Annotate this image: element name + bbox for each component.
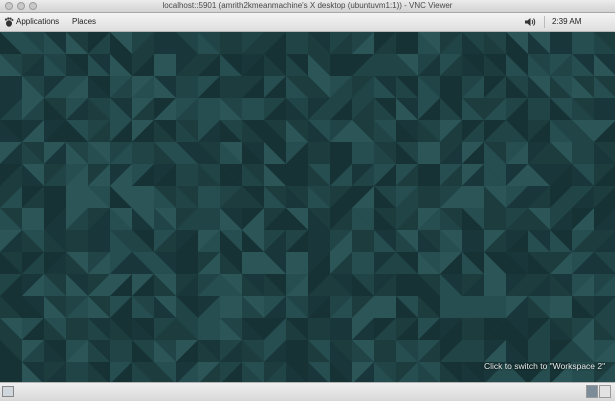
panel-separator [544,16,545,28]
speaker-icon[interactable] [525,17,536,27]
wallpaper [0,32,615,382]
bottom-panel [0,382,615,401]
vnc-title-bar: localhost::5901 (amrith2kmeanmachine's X… [0,0,615,13]
desktop-icon[interactable] [2,386,14,397]
top-panel: Applications Places 2:39 AM [0,13,615,32]
workspace-switcher[interactable] [586,385,612,398]
applications-menu[interactable]: Applications [16,13,59,31]
desktop-background[interactable] [0,32,615,382]
clock[interactable]: 2:39 AM [552,13,581,31]
window-title: localhost::5901 (amrith2kmeanmachine's X… [162,1,453,10]
workspace-2-button[interactable] [599,385,611,398]
gnome-foot-icon [4,17,14,27]
workspace-tooltip: Click to switch to "Workspace 2" [484,361,606,371]
places-menu[interactable]: Places [72,13,96,31]
workspace-1-button[interactable] [586,385,598,398]
